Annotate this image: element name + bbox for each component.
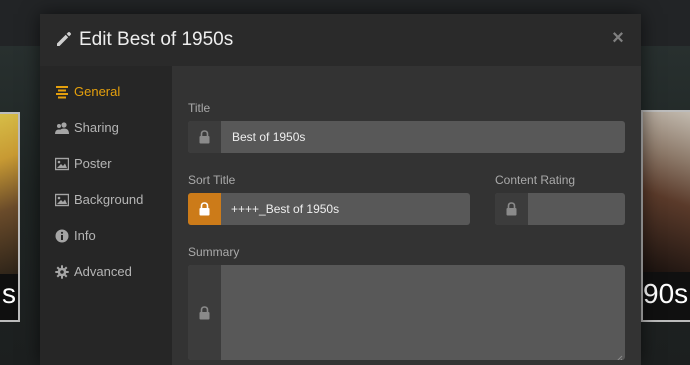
title-lock-toggle[interactable] — [188, 121, 221, 153]
users-icon — [55, 121, 69, 135]
sidebar-item-label: Info — [74, 228, 96, 243]
info-icon — [55, 229, 69, 243]
pencil-icon — [55, 30, 73, 48]
lock-icon — [506, 202, 517, 216]
collection-poster-right[interactable]: 90s — [641, 110, 690, 322]
sidebar-item-label: Background — [74, 192, 144, 207]
image-icon — [54, 193, 70, 207]
gear-icon — [55, 265, 69, 279]
poster-artwork — [0, 114, 18, 274]
sidebar-item-label: Sharing — [74, 120, 119, 135]
poster-caption: s — [2, 278, 16, 309]
sidebar-item-label: General — [74, 84, 121, 99]
sidebar-item-background[interactable]: Background — [40, 186, 172, 214]
general-settings-panel: Title Best of 1950s Sort Title ++++_Best… — [172, 66, 641, 365]
image-icon — [54, 157, 70, 171]
sidebar-item-poster[interactable]: Poster — [40, 150, 172, 178]
list-icon — [55, 85, 69, 99]
edit-collection-modal: Edit Best of 1950s × General Sharing Pos… — [40, 14, 641, 365]
sidebar-item-label: Advanced — [74, 264, 132, 279]
sort-title-lock-toggle[interactable] — [188, 193, 221, 225]
summary-field — [188, 265, 625, 360]
close-button[interactable]: × — [608, 28, 628, 48]
sort-title-label: Sort Title — [188, 173, 236, 187]
poster-artwork — [643, 112, 690, 272]
sort-title-input[interactable]: ++++_Best of 1950s — [231, 202, 339, 216]
content-rating-lock-toggle[interactable] — [495, 193, 528, 225]
content-rating-field — [495, 193, 625, 225]
summary-lock-toggle[interactable] — [188, 265, 221, 360]
poster-caption: 90s — [643, 278, 689, 309]
collection-poster-left[interactable]: s — [0, 112, 20, 322]
sidebar-item-general[interactable]: General — [40, 78, 172, 106]
sort-title-field: ++++_Best of 1950s — [188, 193, 470, 225]
summary-label: Summary — [188, 245, 240, 259]
sidebar-item-sharing[interactable]: Sharing — [40, 114, 172, 142]
lock-icon — [199, 305, 210, 319]
resize-grip-icon[interactable] — [615, 350, 623, 360]
title-label: Title — [188, 101, 211, 115]
title-field: Best of 1950s — [188, 121, 625, 153]
content-rating-label: Content Rating — [495, 173, 576, 187]
lock-icon — [199, 202, 210, 216]
modal-sidebar-nav: General Sharing Poster Background Info A… — [40, 66, 172, 365]
sidebar-item-label: Poster — [74, 156, 112, 171]
sidebar-item-advanced[interactable]: Advanced — [40, 258, 172, 286]
sidebar-item-info[interactable]: Info — [40, 222, 172, 250]
lock-icon — [199, 130, 210, 144]
modal-title: Edit Best of 1950s — [79, 29, 234, 50]
title-input[interactable]: Best of 1950s — [232, 130, 305, 144]
modal-header: Edit Best of 1950s × — [40, 14, 641, 66]
